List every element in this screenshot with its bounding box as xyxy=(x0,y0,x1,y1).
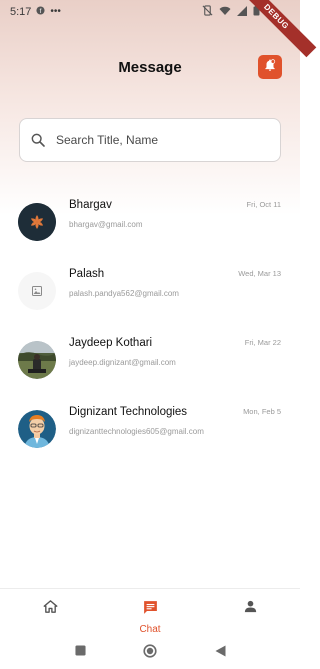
bottom-navigation: Chat xyxy=(0,588,300,635)
chat-email: palash.pandya562@gmail.com xyxy=(69,289,179,298)
back-triangle-icon[interactable] xyxy=(212,643,228,659)
search-bar[interactable] xyxy=(19,118,281,162)
chat-list-item[interactable]: Palash palash.pandya562@gmail.com Wed, M… xyxy=(0,259,300,328)
system-navigation-bar xyxy=(0,632,300,669)
chat-list-item[interactable]: Jaydeep Kothari jaydeep.dignizant@gmail.… xyxy=(0,328,300,397)
notification-button[interactable] xyxy=(258,55,282,79)
home-icon xyxy=(43,599,58,619)
photo-avatar xyxy=(18,341,56,379)
svg-text:f: f xyxy=(40,8,42,15)
nav-item-home[interactable] xyxy=(0,589,100,632)
nav-label-chat: Chat xyxy=(139,624,161,635)
more-dots-icon: ••• xyxy=(50,6,61,17)
chat-date: Fri, Oct 11 xyxy=(246,200,281,209)
bell-icon xyxy=(263,58,277,77)
chat-list-item[interactable]: Dignizant Technologies dignizanttechnolo… xyxy=(0,397,300,466)
header-gradient-background xyxy=(0,0,300,215)
chat-email: dignizanttechnologies605@gmail.com xyxy=(69,427,204,436)
nav-item-chat[interactable]: Chat xyxy=(100,589,200,635)
nav-item-profile[interactable] xyxy=(200,589,300,632)
chat-email: bhargav@gmail.com xyxy=(69,220,143,229)
circle-icon[interactable] xyxy=(142,643,158,659)
chat-date: Fri, Mar 22 xyxy=(244,338,281,347)
chat-icon xyxy=(142,599,159,621)
chat-date: Wed, Mar 13 xyxy=(238,269,281,278)
page-title: Message xyxy=(118,58,182,76)
logo-dark-avatar xyxy=(18,203,56,241)
chat-list-item[interactable]: Bhargav bhargav@gmail.com Fri, Oct 11 xyxy=(0,190,300,259)
vibrate-off-icon xyxy=(202,5,213,19)
cartoon-person-avatar xyxy=(18,410,56,448)
chat-list: Bhargav bhargav@gmail.com Fri, Oct 11 Pa… xyxy=(0,190,300,466)
search-icon xyxy=(30,131,48,149)
notification-f-icon: f xyxy=(36,6,45,18)
signal-icon xyxy=(237,5,247,19)
search-input[interactable] xyxy=(56,133,270,147)
wifi-icon xyxy=(219,6,231,19)
image-placeholder-avatar xyxy=(18,272,56,310)
status-time: 5:17 xyxy=(10,6,32,18)
person-icon xyxy=(243,599,258,619)
app-header: Message xyxy=(0,50,300,84)
chat-email: jaydeep.dignizant@gmail.com xyxy=(69,358,176,367)
square-icon[interactable] xyxy=(72,643,88,659)
chat-date: Mon, Feb 5 xyxy=(243,407,281,416)
